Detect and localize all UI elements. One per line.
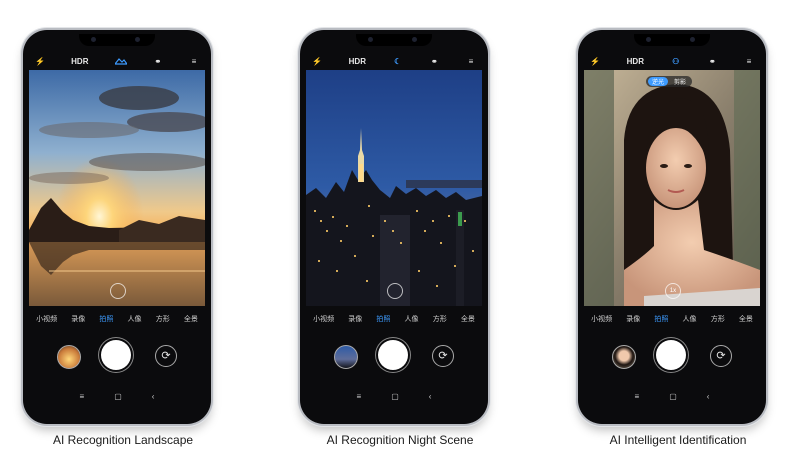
caption-night: AI Recognition Night Scene [326, 433, 474, 447]
hdr-button[interactable]: HDR [627, 57, 644, 66]
mode-panorama[interactable]: 全景 [461, 314, 475, 326]
switch-camera-icon[interactable]: ⟳ [155, 345, 177, 367]
mode-selector: 小视频 录像 拍照 人像 方形 全景 [29, 314, 205, 326]
phone-portrait: ⚡ HDR ⚇ ⚭ ≡ 逆光 剪影 1x 小视频 录像 拍照 人像 方形 全景 … [578, 30, 766, 424]
mode-photo[interactable]: 拍照 [376, 314, 390, 326]
menu-icon[interactable]: ≡ [466, 57, 476, 66]
flash-icon[interactable]: ⚡ [312, 57, 322, 66]
focus-ring[interactable] [110, 283, 126, 299]
scene-chip: 逆光 剪影 [646, 76, 693, 87]
front-camera-icon [646, 37, 651, 42]
sensor-icon [412, 37, 417, 42]
phone-night: ⚡ HDR ☾ ⚭ ≡ 小视频 录像 拍照 人像 方形 全景 ⟳ ≡ ▢ ‹ [300, 30, 488, 424]
shutter-button[interactable] [378, 340, 408, 370]
home-icon[interactable]: ▢ [114, 392, 122, 404]
menu-icon[interactable]: ≡ [189, 57, 199, 66]
chip-backlight-option[interactable]: 逆光 [648, 77, 669, 86]
mode-video[interactable]: 录像 [71, 314, 85, 326]
ai-scene-landscape-icon[interactable] [113, 56, 128, 67]
focus-ring[interactable] [387, 283, 403, 299]
camera-topbar: ⚡ HDR ☾ ⚭ ≡ [306, 54, 482, 68]
mode-portrait[interactable]: 人像 [128, 314, 142, 326]
filter-icon[interactable]: ⚭ [429, 57, 439, 66]
filter-icon[interactable]: ⚭ [707, 57, 717, 66]
camera-topbar: ⚡ HDR ⚭ ≡ [29, 54, 205, 68]
recents-icon[interactable]: ≡ [635, 392, 640, 404]
back-icon[interactable]: ‹ [429, 392, 432, 404]
recents-icon[interactable]: ≡ [80, 392, 85, 404]
mode-selector: 小视频 录像 拍照 人像 方形 全景 [306, 314, 482, 326]
mode-square[interactable]: 方形 [433, 314, 447, 326]
flash-icon[interactable]: ⚡ [35, 57, 45, 66]
camera-topbar: ⚡ HDR ⚇ ⚭ ≡ [584, 54, 760, 68]
portrait-scene [584, 70, 760, 306]
home-icon[interactable]: ▢ [391, 392, 399, 404]
mode-panorama[interactable]: 全景 [184, 314, 198, 326]
panel-portrait: ⚡ HDR ⚇ ⚭ ≡ 逆光 剪影 1x 小视频 录像 拍照 人像 方形 全景 … [578, 0, 778, 473]
mode-short-video[interactable]: 小视频 [591, 314, 612, 326]
sensor-icon [135, 37, 140, 42]
home-icon[interactable]: ▢ [669, 392, 677, 404]
panel-night: ⚡ HDR ☾ ⚭ ≡ 小视频 录像 拍照 人像 方形 全景 ⟳ ≡ ▢ ‹ A… [300, 0, 500, 473]
mode-video[interactable]: 录像 [348, 314, 362, 326]
system-navbar: ≡ ▢ ‹ [23, 392, 211, 404]
flash-icon[interactable]: ⚡ [590, 57, 600, 66]
gallery-thumbnail[interactable] [57, 345, 81, 369]
ai-scene-portrait-icon[interactable]: ⚇ [671, 57, 681, 66]
ai-scene-night-icon[interactable]: ☾ [393, 57, 403, 66]
hdr-button[interactable]: HDR [349, 57, 366, 66]
shutter-button[interactable] [656, 340, 686, 370]
back-icon[interactable]: ‹ [152, 392, 155, 404]
mode-square[interactable]: 方形 [156, 314, 170, 326]
camera-controls: ⟳ [300, 340, 488, 372]
system-navbar: ≡ ▢ ‹ [578, 392, 766, 404]
back-icon[interactable]: ‹ [707, 392, 710, 404]
mode-short-video[interactable]: 小视频 [313, 314, 334, 326]
zoom-indicator[interactable]: 1x [665, 283, 681, 299]
night-city-scene [306, 70, 482, 306]
viewfinder-portrait[interactable]: 逆光 剪影 1x [584, 70, 760, 306]
landscape-scene [29, 70, 205, 306]
mode-photo[interactable]: 拍照 [99, 314, 113, 326]
mode-selector: 小视频 录像 拍照 人像 方形 全景 [584, 314, 760, 326]
switch-camera-icon[interactable]: ⟳ [432, 345, 454, 367]
shutter-button[interactable] [101, 340, 131, 370]
chip-silhouette-option[interactable]: 剪影 [670, 77, 690, 86]
mode-short-video[interactable]: 小视频 [36, 314, 57, 326]
system-navbar: ≡ ▢ ‹ [300, 392, 488, 404]
viewfinder-landscape[interactable] [29, 70, 205, 306]
caption-landscape: AI Recognition Landscape [52, 433, 194, 447]
switch-camera-icon[interactable]: ⟳ [710, 345, 732, 367]
camera-controls: ⟳ [578, 340, 766, 372]
viewfinder-night[interactable] [306, 70, 482, 306]
panel-landscape: ⚡ HDR ⚭ ≡ 小视频 录像 拍照 人像 方形 全景 ⟳ ≡ ▢ ‹ AI … [23, 0, 223, 473]
mode-portrait[interactable]: 人像 [405, 314, 419, 326]
mode-photo[interactable]: 拍照 [654, 314, 668, 326]
filter-icon[interactable]: ⚭ [153, 57, 163, 66]
mode-panorama[interactable]: 全景 [739, 314, 753, 326]
caption-portrait: AI Intelligent Identification [609, 433, 747, 447]
mode-portrait[interactable]: 人像 [683, 314, 697, 326]
mode-square[interactable]: 方形 [711, 314, 725, 326]
recents-icon[interactable]: ≡ [357, 392, 362, 404]
front-camera-icon [368, 37, 373, 42]
menu-icon[interactable]: ≡ [744, 57, 754, 66]
hdr-button[interactable]: HDR [71, 57, 88, 66]
gallery-thumbnail[interactable] [334, 345, 358, 369]
mode-video[interactable]: 录像 [626, 314, 640, 326]
camera-controls: ⟳ [23, 340, 211, 372]
sensor-icon [690, 37, 695, 42]
front-camera-icon [91, 37, 96, 42]
phone-landscape: ⚡ HDR ⚭ ≡ 小视频 录像 拍照 人像 方形 全景 ⟳ ≡ ▢ ‹ [23, 30, 211, 424]
gallery-thumbnail[interactable] [612, 345, 636, 369]
